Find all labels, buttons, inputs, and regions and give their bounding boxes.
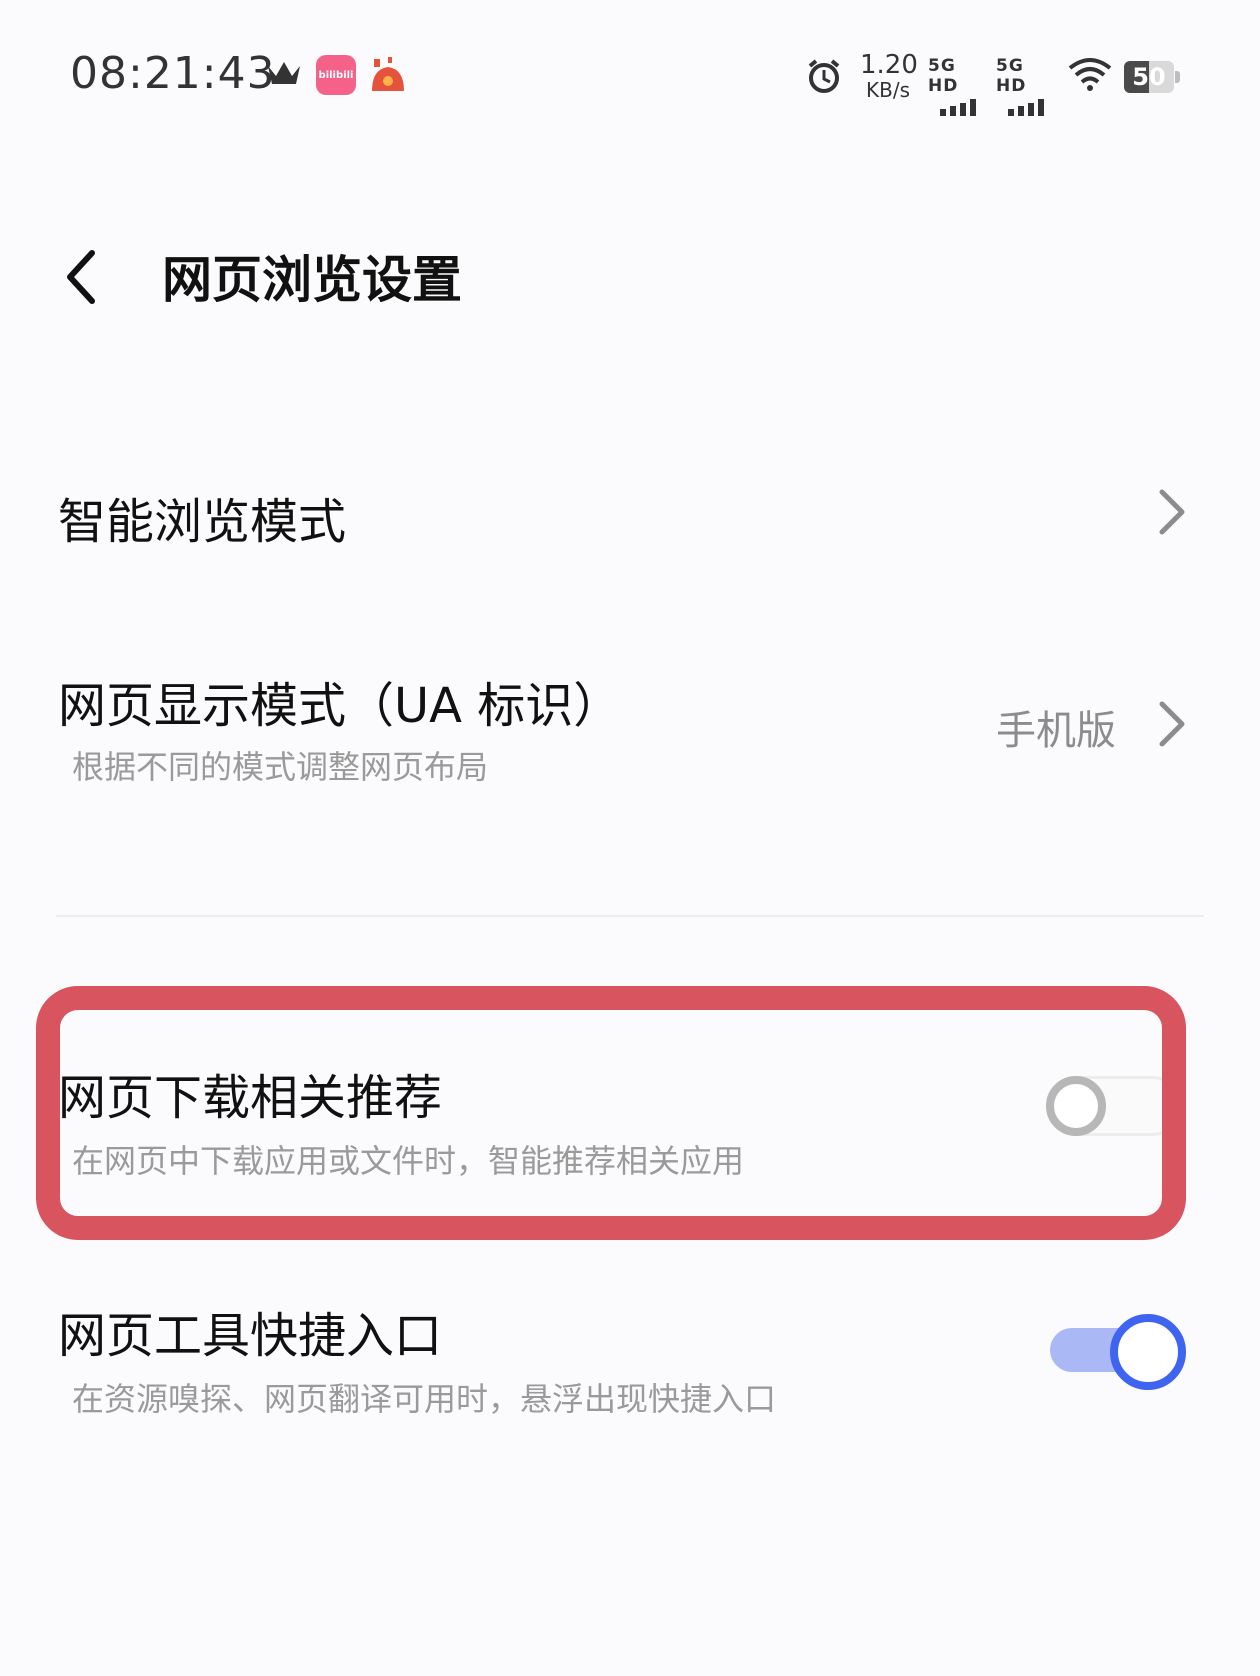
setting-title: 网页显示模式（UA 标识）: [58, 678, 622, 734]
battery-body: 50: [1124, 61, 1174, 93]
setting-title: 智能浏览模式: [58, 494, 347, 550]
battery-cap: [1175, 71, 1180, 83]
sim2-label: 5G HD: [996, 56, 1027, 96]
sim2-signal: 5G HD: [996, 56, 1054, 116]
crown-icon: [266, 58, 302, 92]
setting-row-smart-browse[interactable]: 智能浏览模式: [0, 440, 1260, 590]
setting-subtitle: 根据不同的模式调整网页布局: [72, 748, 489, 786]
chevron-right-icon: [1158, 488, 1186, 540]
bilibili-app-icon: bilibili: [316, 55, 356, 95]
page-title: 网页浏览设置: [162, 251, 462, 309]
signal-bars-icon: [1008, 99, 1044, 116]
chevron-left-icon: [67, 250, 95, 304]
page-header: 网页浏览设置: [0, 220, 1260, 330]
alarm-icon: [806, 58, 842, 98]
status-bar: 08:21:43 bilibili 1.20 KB/s 5G HD 5G HD …: [0, 0, 1260, 160]
signal-bars-icon: [940, 99, 976, 116]
wifi-icon: [1068, 56, 1112, 96]
chevron-right-icon: [1158, 700, 1186, 752]
network-speed-unit: KB/s: [866, 78, 910, 102]
battery-indicator: 50: [1124, 61, 1180, 93]
toggle-knob: [1110, 1314, 1186, 1390]
sim1-signal: 5G HD: [928, 56, 986, 116]
setting-row-ua-mode[interactable]: 网页显示模式（UA 标识） 根据不同的模式调整网页布局 手机版: [0, 640, 1260, 820]
setting-subtitle: 在资源嗅探、网页翻译可用时，悬浮出现快捷入口: [72, 1380, 777, 1418]
back-button[interactable]: [52, 242, 112, 312]
network-speed: 1.20 KB/s: [860, 50, 918, 102]
tool-shortcut-toggle[interactable]: [1050, 1314, 1186, 1390]
section-divider: [56, 915, 1204, 917]
download-recommend-toggle[interactable]: [1046, 1076, 1182, 1136]
setting-title: 网页工具快捷入口: [58, 1308, 443, 1364]
setting-value: 手机版: [996, 708, 1116, 754]
network-speed-value: 1.20: [860, 50, 918, 80]
status-time: 08:21:43: [70, 48, 276, 99]
toggle-knob: [1046, 1076, 1106, 1136]
setting-row-tool-shortcut: 网页工具快捷入口 在资源嗅探、网页翻译可用时，悬浮出现快捷入口: [0, 1270, 1260, 1450]
app-notification-icon: [368, 55, 408, 95]
battery-percent: 50: [1132, 63, 1166, 91]
setting-row-download-recommend: 网页下载相关推荐 在网页中下载应用或文件时，智能推荐相关应用: [0, 1030, 1260, 1210]
setting-title: 网页下载相关推荐: [58, 1070, 443, 1126]
sim1-label: 5G HD: [928, 56, 959, 96]
setting-subtitle: 在网页中下载应用或文件时，智能推荐相关应用: [72, 1142, 745, 1180]
